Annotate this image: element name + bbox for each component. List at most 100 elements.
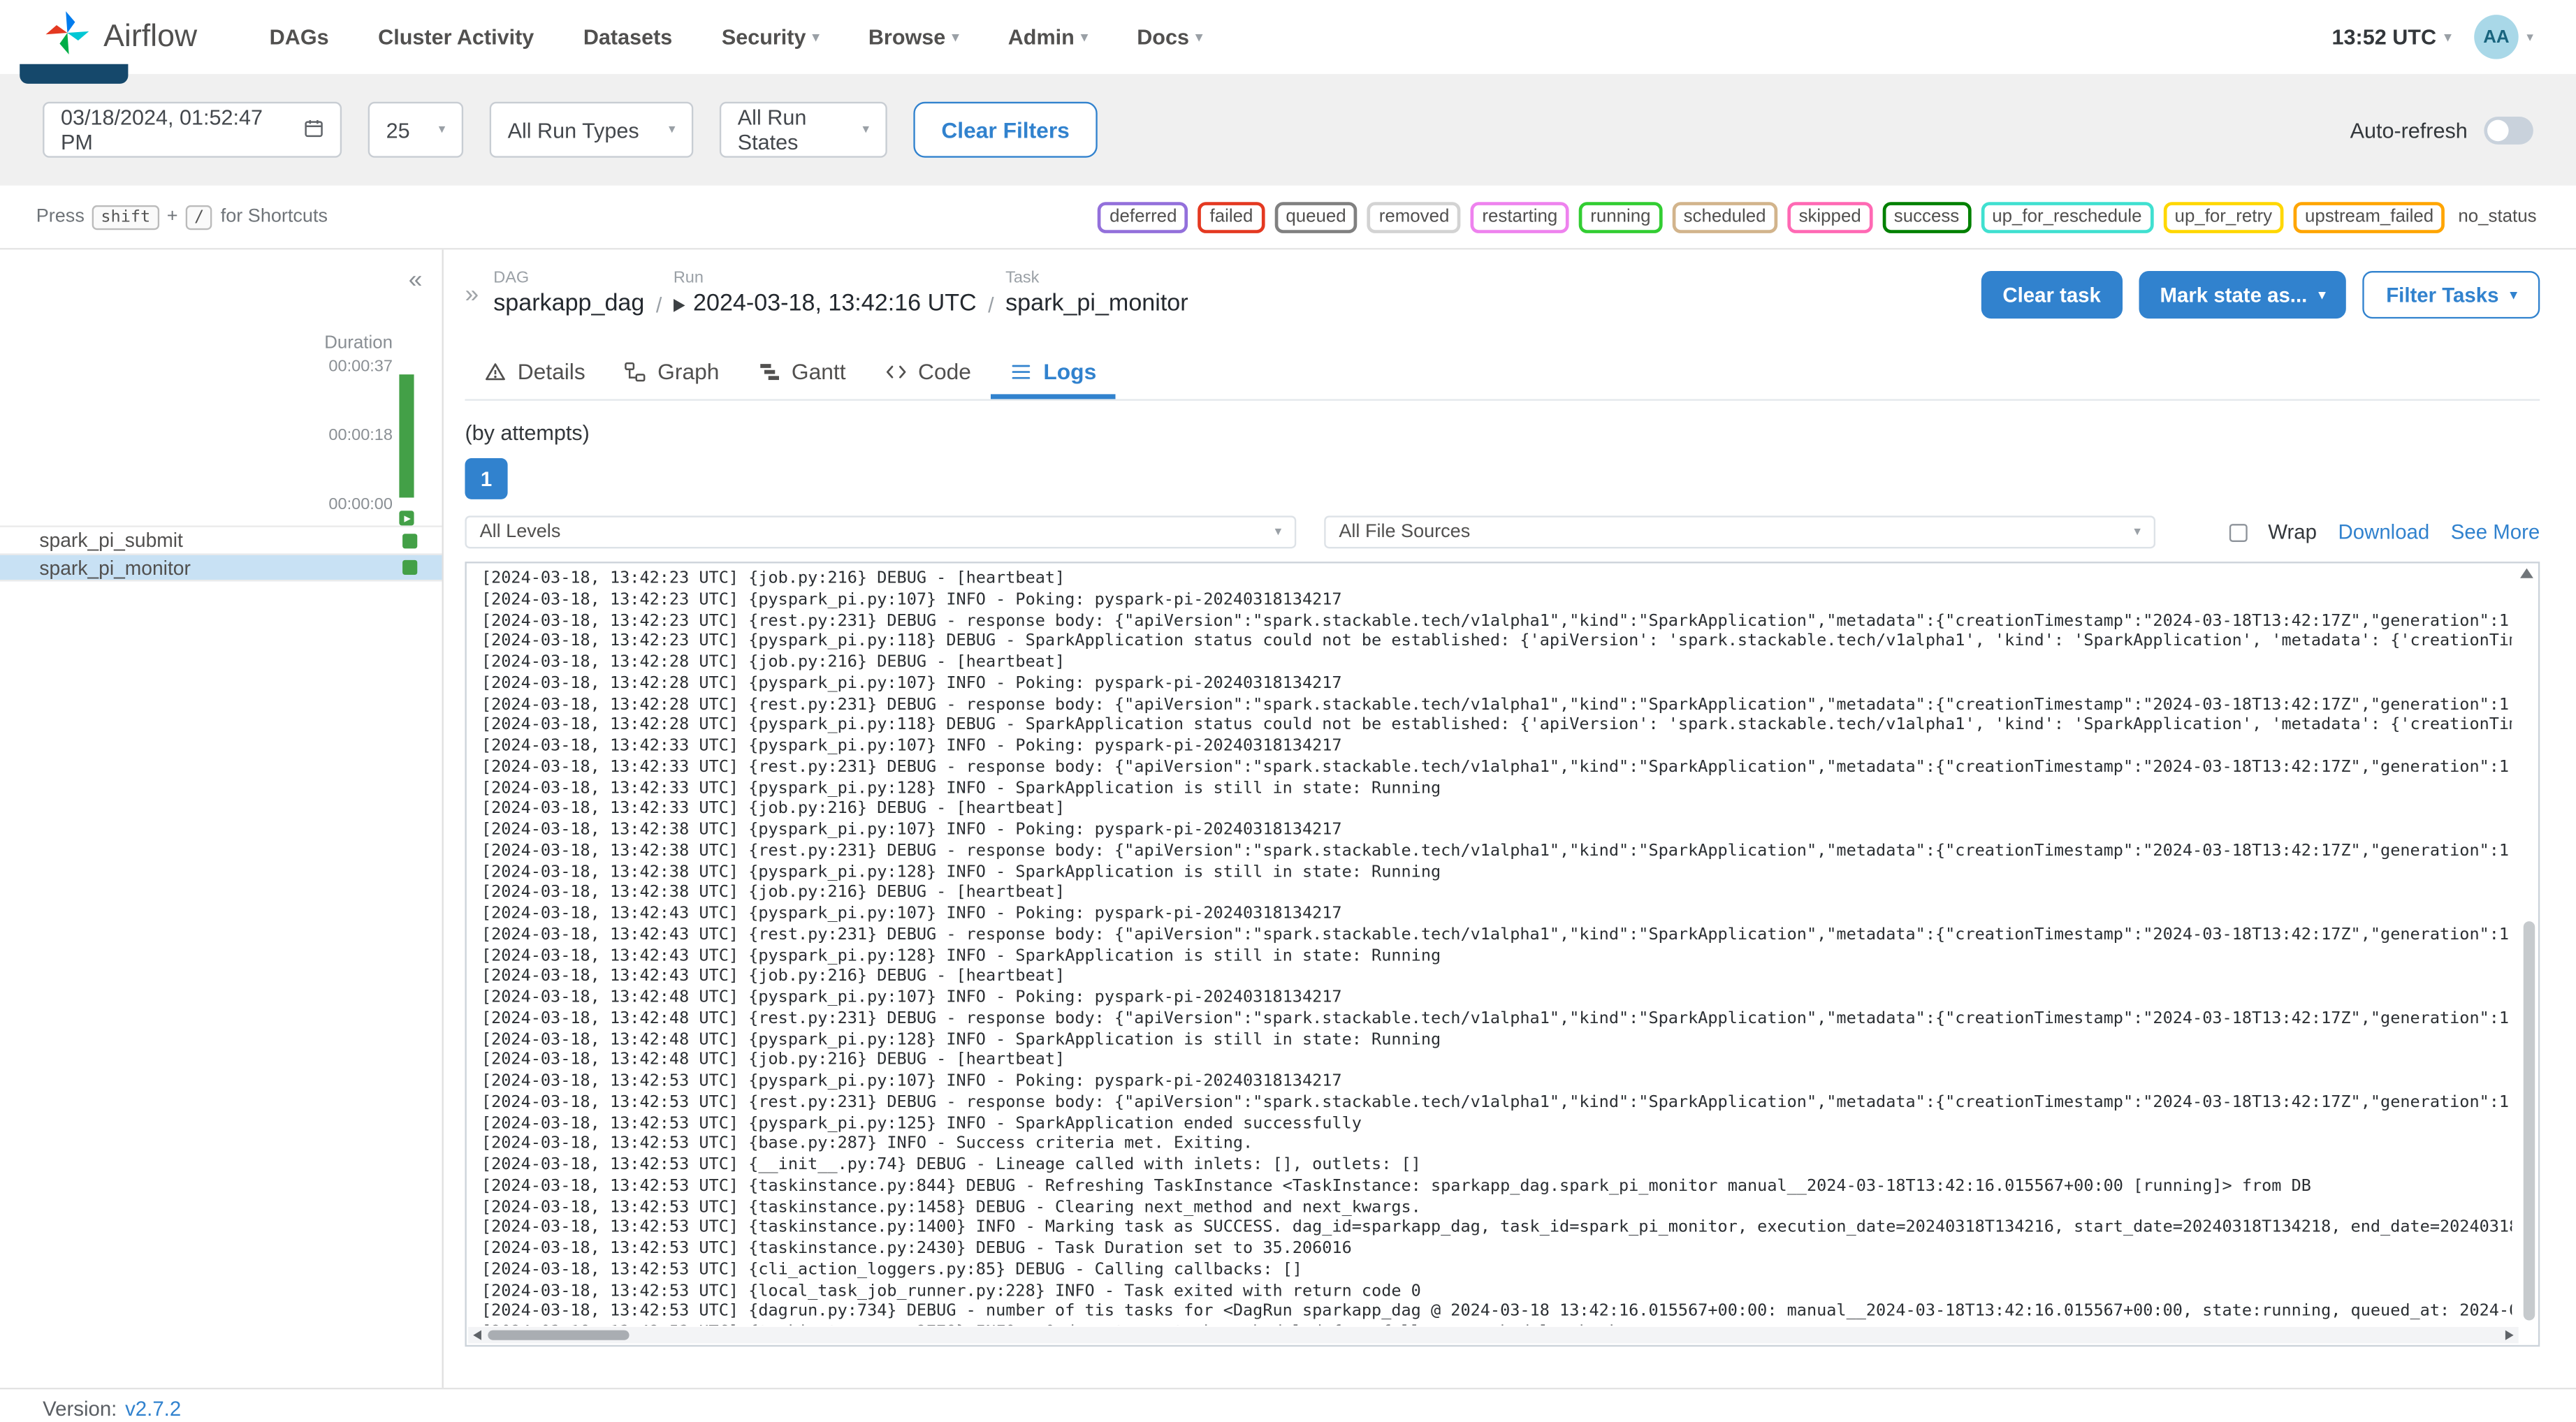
task-row-spark_pi_submit[interactable]: spark_pi_submit [0, 525, 442, 554]
duration-bar[interactable] [399, 374, 414, 498]
brand-home-link[interactable]: Airflow [43, 8, 197, 66]
status-legend: deferred failed queued removed restarting run… [1098, 201, 2540, 233]
log-level-select[interactable]: All Levels ▾ [465, 515, 1297, 549]
status-badge-failed[interactable]: failed [1198, 201, 1265, 233]
status-badge-running[interactable]: running [1578, 201, 1663, 233]
dag-value[interactable]: sparkapp_dag [493, 289, 644, 321]
task-row-spark_pi_monitor[interactable]: spark_pi_monitor [0, 553, 442, 582]
nav-item-security[interactable]: Security ▾ [722, 24, 820, 49]
auto-refresh-toggle[interactable] [2484, 115, 2533, 144]
run-play-icon [673, 298, 685, 311]
scroll-left-icon[interactable] [473, 1330, 481, 1340]
vertical-scrollbar-thumb[interactable] [2523, 921, 2535, 1321]
clear-filters-button[interactable]: Clear Filters [913, 101, 1098, 158]
tab-gantt[interactable]: Gantt [739, 343, 866, 399]
status-badge-deferred[interactable]: deferred [1098, 201, 1188, 233]
partial-grid-button[interactable] [20, 64, 129, 84]
log-line: [2024-03-18, 13:42:53 UTC] {taskinstance… [481, 1177, 2311, 1196]
hint-suffix: for Shortcuts [220, 207, 328, 227]
airflow-pinwheel-icon [43, 8, 92, 66]
dag-label: DAG [493, 269, 530, 288]
nav-item-label: Docs [1137, 24, 1189, 50]
see-more-link[interactable]: See More [2451, 520, 2540, 543]
status-badge-queued[interactable]: queued [1274, 201, 1358, 233]
nav-item-browse[interactable]: Browse ▾ [868, 24, 959, 49]
run-label: Run [673, 269, 704, 288]
dag-run-square[interactable] [399, 511, 414, 526]
auto-refresh: Auto-refresh [2350, 115, 2533, 144]
status-badge-up_for_reschedule[interactable]: up_for_reschedule [1980, 201, 2153, 233]
double-chevron-icon[interactable]: » [465, 281, 479, 309]
status-badge-removed[interactable]: removed [1367, 201, 1461, 233]
page-size-select[interactable]: 25 ▾ [368, 101, 464, 158]
nav-item-admin[interactable]: Admin ▾ [1008, 24, 1088, 49]
tab-graph[interactable]: Graph [605, 343, 739, 399]
run-states-value: All Run States [737, 105, 807, 155]
log-source-select[interactable]: All File Sources ▾ [1324, 515, 2156, 549]
log-line: [2024-03-18, 13:42:33 UTC] {pyspark_pi.p… [481, 779, 1441, 798]
dag-name: sparkapp_dag [493, 291, 645, 317]
tab-label: Details [517, 358, 585, 384]
user-menu[interactable]: AA ▾ [2474, 15, 2533, 59]
base-date-input[interactable]: 03/18/2024, 01:52:47 PM [43, 101, 342, 158]
run-states-select[interactable]: All Run States ▾ [719, 101, 887, 158]
status-badge-up_for_retry[interactable]: up_for_retry [2163, 201, 2284, 233]
breadcrumb-task: Task spark_pi_monitor [1005, 270, 1188, 321]
task-value[interactable]: spark_pi_monitor [1005, 289, 1188, 321]
page-size-value: 25 [386, 117, 410, 142]
collapse-sidebar-button[interactable]: « [409, 266, 423, 294]
horizontal-scrollbar-thumb[interactable] [488, 1330, 630, 1340]
run-types-select[interactable]: All Run Types ▾ [489, 101, 694, 158]
wrap-checkbox[interactable] [2228, 522, 2247, 541]
clear-task-label: Clear task [2002, 283, 2101, 307]
version-link[interactable]: v2.7.2 [125, 1398, 181, 1422]
download-link[interactable]: Download [2338, 520, 2430, 543]
horizontal-scrollbar[interactable] [468, 1326, 2519, 1344]
log-line: [2024-03-18, 13:42:28 UTC] {job.py:216} … [481, 653, 1065, 672]
run-types-value: All Run Types [507, 117, 639, 142]
filter-tasks-label: Filter Tasks [2386, 283, 2499, 307]
chevron-down-icon: ▾ [2510, 286, 2517, 302]
log-line: [2024-03-18, 13:42:23 UTC] {rest.py:231}… [481, 611, 2512, 630]
run-value[interactable]: 2024-03-18, 13:42:16 UTC [673, 289, 977, 321]
graph-icon [625, 360, 646, 382]
status-badge-restarting[interactable]: restarting [1470, 201, 1569, 233]
nav-item-cluster-activity[interactable]: Cluster Activity [378, 24, 534, 49]
log-line: [2024-03-18, 13:42:53 UTC] {taskinstance… [481, 1240, 1352, 1259]
status-badge-skipped[interactable]: skipped [1787, 201, 1873, 233]
nav-items: DAGs Cluster Activity Datasets Security ▾ Bro… [270, 24, 1202, 49]
tab-logs[interactable]: Logs [991, 343, 1116, 399]
status-badge-upstream_failed[interactable]: upstream_failed [2293, 201, 2445, 233]
task-row-label: spark_pi_monitor [39, 555, 191, 579]
log-line: [2024-03-18, 13:42:23 UTC] {job.py:216} … [481, 569, 1065, 588]
tab-details[interactable]: Details [465, 343, 604, 399]
log-line: [2024-03-18, 13:42:53 UTC] {cli_action_l… [481, 1261, 1302, 1280]
nav-item-label: Browse [868, 24, 946, 50]
task-name: spark_pi_monitor [1005, 291, 1188, 317]
tab-code[interactable]: Code [866, 343, 991, 399]
breadcrumb-separator: / [988, 292, 994, 317]
toggle-knob [2487, 119, 2509, 141]
chevron-down-icon: ▾ [1195, 29, 1202, 44]
attempt-1-button[interactable]: 1 [465, 458, 508, 499]
log-line: [2024-03-18, 13:42:33 UTC] {rest.py:231}… [481, 758, 2512, 777]
calendar-icon [304, 117, 323, 142]
clock-menu[interactable]: 13:52 UTC ▾ [2332, 24, 2452, 49]
status-badge-success[interactable]: success [1882, 201, 1971, 233]
shortcuts-legend-row: Press shift + / for Shortcuts deferred fa… [0, 185, 2576, 250]
scroll-right-icon[interactable] [2505, 1330, 2514, 1340]
task-state-square[interactable] [402, 559, 418, 575]
task-state-square[interactable] [402, 533, 418, 548]
log-line: [2024-03-18, 13:42:53 UTC] {local_task_j… [481, 1282, 1421, 1300]
log-line: [2024-03-18, 13:42:53 UTC] {dagrun.py:73… [481, 1303, 2512, 1321]
nav-item-dags[interactable]: DAGs [270, 24, 329, 49]
mark-state-button[interactable]: Mark state as... ▾ [2138, 270, 2347, 319]
nav-item-docs[interactable]: Docs ▾ [1137, 24, 1202, 49]
status-badge-scheduled[interactable]: scheduled [1672, 201, 1777, 233]
clear-task-button[interactable]: Clear task [1981, 270, 2123, 319]
nav-item-datasets[interactable]: Datasets [583, 24, 672, 49]
scroll-up-icon[interactable] [2520, 568, 2533, 578]
filter-tasks-button[interactable]: Filter Tasks ▾ [2363, 270, 2540, 319]
nav-item-label: Admin [1007, 24, 1075, 50]
auto-refresh-label: Auto-refresh [2350, 117, 2468, 142]
